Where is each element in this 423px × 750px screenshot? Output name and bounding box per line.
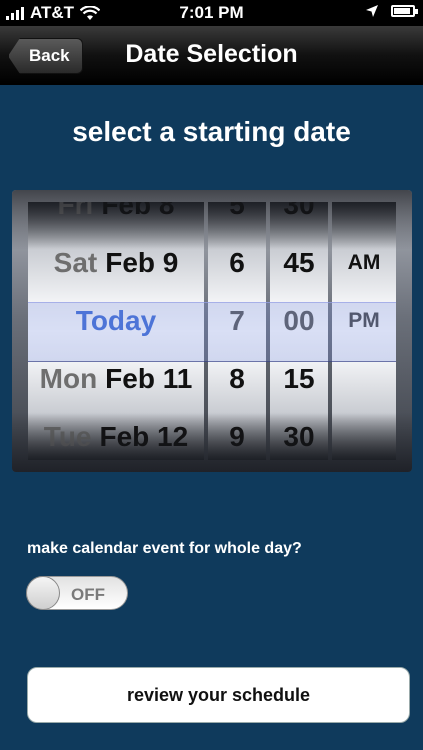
location-arrow-icon [366, 5, 378, 17]
date-day: Tue [43, 421, 92, 452]
picker-selection-bar [28, 302, 396, 362]
date-row[interactable]: Sat Feb 9 [28, 234, 204, 292]
date-day: Sat [53, 247, 98, 278]
navigation-bar: Back Date Selection [0, 26, 423, 85]
date-value: Feb 12 [99, 421, 189, 452]
date-row[interactable]: Fri Feb 8 [28, 202, 204, 234]
date-value: Feb 9 [105, 247, 179, 278]
battery-icon [391, 5, 418, 17]
hour-row[interactable]: 6 [208, 234, 266, 292]
picker-heading: select a starting date [72, 116, 351, 147]
whole-day-label: make calendar event for whole day? [27, 540, 302, 557]
hour-row[interactable]: 5 [208, 202, 266, 234]
date-day: Fri [57, 202, 94, 220]
minute-row[interactable]: 30 [270, 202, 328, 234]
hour-row[interactable]: 9 [208, 408, 266, 460]
status-right [365, 4, 418, 18]
date-day: Mon [39, 363, 98, 394]
date-value: Feb 11 [105, 363, 193, 394]
status-time: 7:01 PM [179, 3, 244, 22]
date-row[interactable]: Tue Feb 12 [28, 408, 204, 460]
date-value: Feb 8 [101, 202, 175, 220]
minute-row[interactable]: 45 [270, 234, 328, 292]
meridiem-row[interactable]: AM [332, 234, 396, 292]
page-title: Date Selection [125, 40, 298, 68]
status-bar: AT&T 7:01 PM [0, 0, 423, 26]
whole-day-toggle[interactable]: OFF [26, 576, 128, 610]
minute-row[interactable]: 30 [270, 408, 328, 460]
review-schedule-button[interactable]: review your schedule [27, 667, 410, 723]
toggle-knob[interactable] [26, 576, 60, 610]
toggle-state-label: OFF [71, 585, 105, 604]
